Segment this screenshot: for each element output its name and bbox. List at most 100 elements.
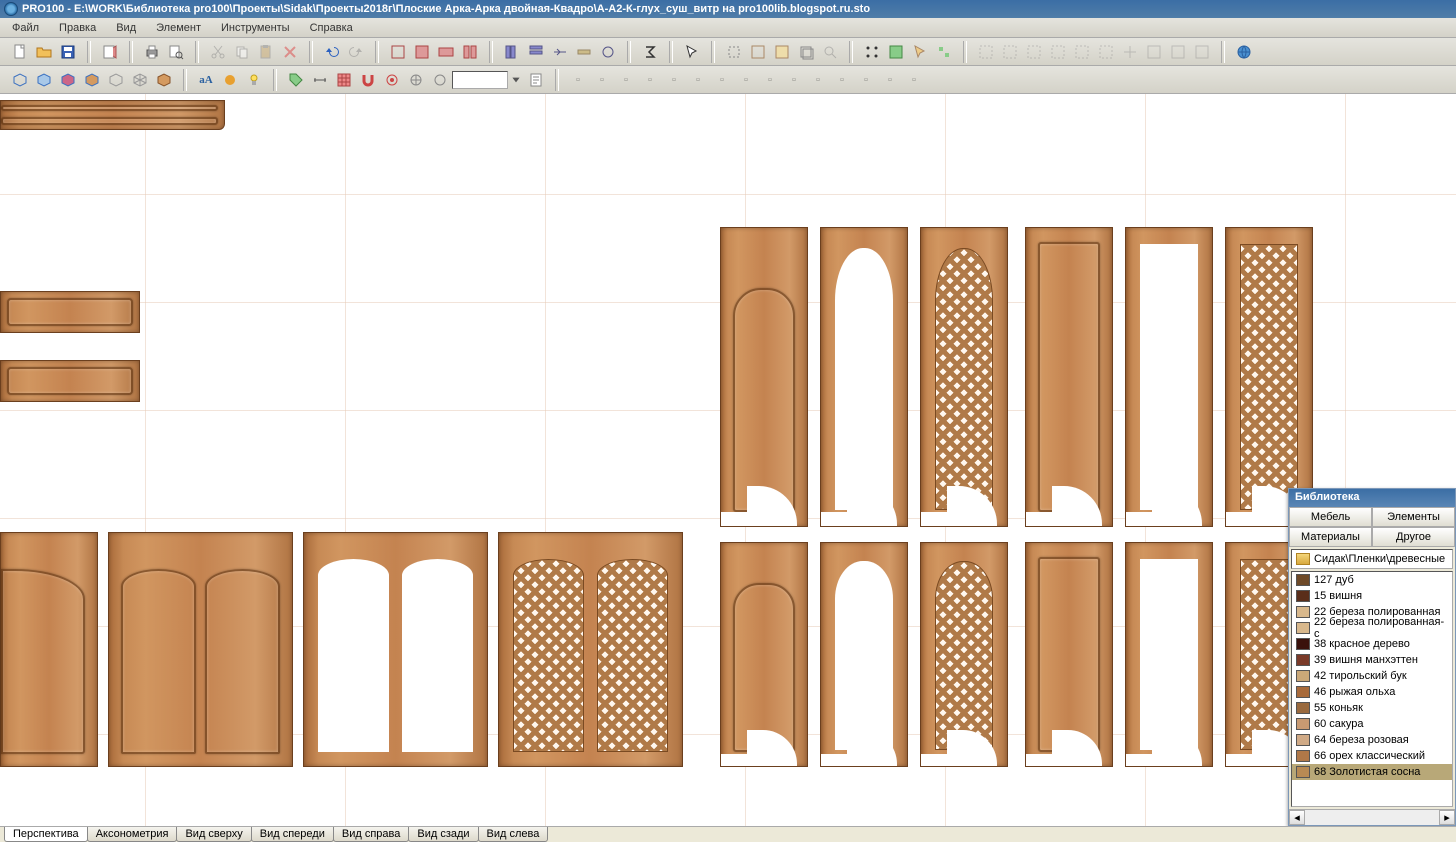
library-title[interactable]: Библиотека [1289,489,1455,507]
library-item[interactable]: 64 береза розовая [1292,732,1452,748]
view-tab-left[interactable]: Вид слева [478,827,549,842]
view3d-4-button[interactable] [81,69,103,91]
library-item[interactable]: 55 коньяк [1292,700,1452,716]
tall-panel-b2[interactable] [820,542,908,767]
drawer-front-2[interactable] [0,360,140,402]
light-button[interactable] [243,69,265,91]
select-tool-button[interactable] [723,41,745,63]
undo-button[interactable] [321,41,343,63]
dim-button[interactable] [309,69,331,91]
scroll-track[interactable] [1305,810,1439,825]
copy-button[interactable] [231,41,253,63]
library-item[interactable]: 68 Золотистая сосна [1292,764,1452,780]
view-tab-axonometry[interactable]: Аксонометрия [87,827,178,842]
view3d-6-button[interactable] [129,69,151,91]
tall-panel-2[interactable] [820,227,908,527]
viewport-3d[interactable] [0,94,1456,826]
tool-j-button[interactable] [747,41,769,63]
library-item[interactable]: 42 тирольский бук [1292,668,1452,684]
sum-button[interactable] [639,41,661,63]
tool-h-button[interactable] [573,41,595,63]
tool-b-button[interactable] [411,41,433,63]
tool-a-button[interactable] [387,41,409,63]
tall-panel-4[interactable] [1025,227,1113,527]
save-button[interactable] [57,41,79,63]
snap-d-button[interactable] [933,41,955,63]
view3d-7-button[interactable] [153,69,175,91]
wide-panel-0[interactable] [0,532,98,767]
library-hscroll[interactable]: ◂ ▸ [1289,809,1455,825]
menu-view[interactable]: Вид [108,20,144,36]
tool-d-button[interactable] [459,41,481,63]
tool-c-button[interactable] [435,41,457,63]
library-item[interactable]: 60 сакура [1292,716,1452,732]
paste-button[interactable] [255,41,277,63]
redo-button[interactable] [345,41,367,63]
menu-help[interactable]: Справка [302,20,361,36]
menu-edit[interactable]: Правка [51,20,104,36]
molding-top[interactable] [0,100,225,130]
tool-l-button[interactable] [795,41,817,63]
new-file-button[interactable] [9,41,31,63]
snap-c-button[interactable] [909,41,931,63]
dropdown-button[interactable] [509,69,523,91]
tool-i-button[interactable] [597,41,619,63]
tag-button[interactable] [285,69,307,91]
view3d-5-button[interactable] [105,69,127,91]
menu-tools[interactable]: Инструменты [213,20,298,36]
view-tab-back[interactable]: Вид сзади [408,827,478,842]
menu-element[interactable]: Элемент [148,20,209,36]
library-path[interactable]: Сидак\Пленки\древесные [1291,549,1453,569]
color-button[interactable] [219,69,241,91]
value-input[interactable] [452,71,508,89]
page-setup-button[interactable] [99,41,121,63]
zoom-button[interactable] [819,41,841,63]
grid-toggle-button[interactable] [333,69,355,91]
view3d-3-button[interactable] [57,69,79,91]
print-button[interactable] [141,41,163,63]
cursor-tool-button[interactable] [681,41,703,63]
snap-b-button[interactable] [885,41,907,63]
library-item[interactable]: 46 рыжая ольха [1292,684,1452,700]
delete-button[interactable] [279,41,301,63]
library-item[interactable]: 39 вишня манхэттен [1292,652,1452,668]
wide-panel-2[interactable] [303,532,488,767]
report-button[interactable] [525,69,547,91]
view-tab-right[interactable]: Вид справа [333,827,410,842]
tall-panel-b5[interactable] [1125,542,1213,767]
library-list[interactable]: 127 дуб15 вишня22 береза полированная22 … [1291,571,1453,807]
tall-panel-5[interactable] [1125,227,1213,527]
globe-button[interactable] [1233,41,1255,63]
tall-panel-b1[interactable] [720,542,808,767]
tool-e-button[interactable] [501,41,523,63]
view-tab-front[interactable]: Вид спереди [251,827,334,842]
wide-panel-3[interactable] [498,532,683,767]
drawer-front-1[interactable] [0,291,140,333]
tool-k-button[interactable] [771,41,793,63]
tall-panel-b4[interactable] [1025,542,1113,767]
library-tab-other[interactable]: Другое [1372,527,1455,547]
target-a-button[interactable] [381,69,403,91]
tall-panel-b3[interactable] [920,542,1008,767]
magnet-button[interactable] [357,69,379,91]
tall-panel-6[interactable] [1225,227,1313,527]
open-file-button[interactable] [33,41,55,63]
cut-button[interactable] [207,41,229,63]
wide-panel-1[interactable] [108,532,293,767]
library-item[interactable]: 15 вишня [1292,588,1452,604]
library-tab-elements[interactable]: Элементы [1372,507,1455,527]
tool-f-button[interactable] [525,41,547,63]
library-tab-materials[interactable]: Материалы [1289,527,1372,547]
view3d-1-button[interactable] [9,69,31,91]
library-tab-furniture[interactable]: Мебель [1289,507,1372,527]
target-b-button[interactable] [405,69,427,91]
view-tab-top[interactable]: Вид сверху [176,827,251,842]
print-preview-button[interactable] [165,41,187,63]
tool-g-button[interactable] [549,41,571,63]
view3d-2-button[interactable] [33,69,55,91]
library-item[interactable]: 22 береза полированная-с [1292,620,1452,636]
menu-file[interactable]: Файл [4,20,47,36]
scroll-right-icon[interactable]: ▸ [1439,810,1455,825]
library-panel[interactable]: Библиотека Мебель Элементы Материалы Дру… [1288,488,1456,826]
library-item[interactable]: 66 орех классический [1292,748,1452,764]
